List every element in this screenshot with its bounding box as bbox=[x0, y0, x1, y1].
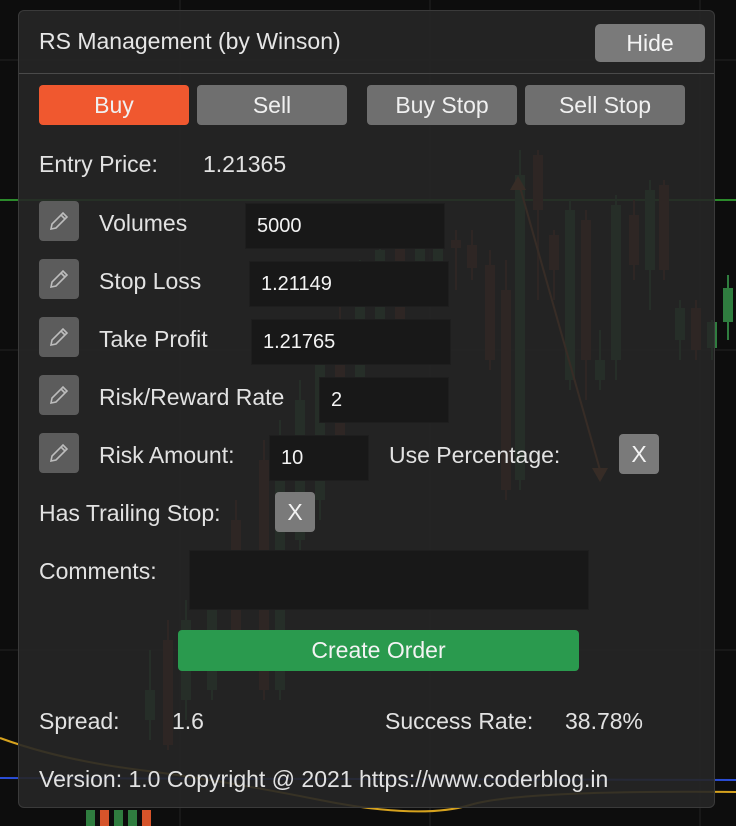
candle-body bbox=[723, 288, 733, 322]
trailing-stop-toggle[interactable]: X bbox=[275, 492, 315, 532]
trailing-stop-label: Has Trailing Stop: bbox=[39, 500, 221, 526]
pencil-icon bbox=[49, 269, 69, 289]
risk-reward-input[interactable]: 2 bbox=[319, 377, 449, 423]
create-order-button[interactable]: Create Order bbox=[178, 630, 579, 671]
comments-label: Comments: bbox=[39, 558, 157, 584]
comments-input[interactable] bbox=[189, 550, 589, 610]
risk-amount-label: Risk Amount: bbox=[99, 442, 235, 468]
volume-bar bbox=[86, 810, 95, 826]
success-rate-value: 38.78% bbox=[565, 708, 644, 734]
volumes-label: Volumes bbox=[99, 210, 188, 236]
entry-price-value: 1.21365 bbox=[203, 151, 287, 177]
edit-risk-amount-button[interactable] bbox=[39, 433, 79, 473]
tab-buy-stop[interactable]: Buy Stop bbox=[367, 85, 517, 125]
hide-button[interactable]: Hide bbox=[595, 24, 705, 62]
footer-text: Version: 1.0 Copyright @ 2021 https://ww… bbox=[39, 766, 609, 792]
use-percentage-toggle[interactable]: X bbox=[619, 434, 659, 474]
edit-volumes-button[interactable] bbox=[39, 201, 79, 241]
tab-buy[interactable]: Buy bbox=[39, 85, 189, 125]
volume-bar bbox=[114, 810, 123, 826]
pencil-icon bbox=[49, 443, 69, 463]
take-profit-label: Take Profit bbox=[99, 326, 208, 352]
volume-bar bbox=[128, 810, 137, 826]
volumes-input[interactable]: 5000 bbox=[245, 203, 445, 249]
spread-label: Spread: bbox=[39, 708, 120, 734]
risk-reward-label: Risk/Reward Rate bbox=[99, 384, 285, 410]
edit-risk-reward-button[interactable] bbox=[39, 375, 79, 415]
volume-bar bbox=[142, 810, 151, 826]
use-percentage-label: Use Percentage: bbox=[389, 442, 561, 468]
stop-loss-label: Stop Loss bbox=[99, 268, 202, 294]
panel-title: RS Management (by Winson) bbox=[39, 28, 341, 54]
stop-loss-input[interactable]: 1.21149 bbox=[249, 261, 449, 307]
tab-sell[interactable]: Sell bbox=[197, 85, 347, 125]
spread-value: 1.6 bbox=[172, 708, 204, 734]
pencil-icon bbox=[49, 385, 69, 405]
risk-amount-input[interactable]: 10 bbox=[269, 435, 369, 481]
pencil-icon bbox=[49, 211, 69, 231]
volume-bar bbox=[100, 810, 109, 826]
tab-sell-stop[interactable]: Sell Stop bbox=[525, 85, 685, 125]
pencil-icon bbox=[49, 327, 69, 347]
success-rate-label: Success Rate: bbox=[385, 708, 534, 734]
edit-take-profit-button[interactable] bbox=[39, 317, 79, 357]
entry-price-label: Entry Price: bbox=[39, 151, 158, 177]
rs-management-panel: RS Management (by Winson) Hide Buy Sell … bbox=[18, 10, 715, 808]
edit-stop-loss-button[interactable] bbox=[39, 259, 79, 299]
take-profit-input[interactable]: 1.21765 bbox=[251, 319, 451, 365]
title-divider bbox=[19, 73, 714, 74]
bottom-bars bbox=[86, 810, 151, 826]
